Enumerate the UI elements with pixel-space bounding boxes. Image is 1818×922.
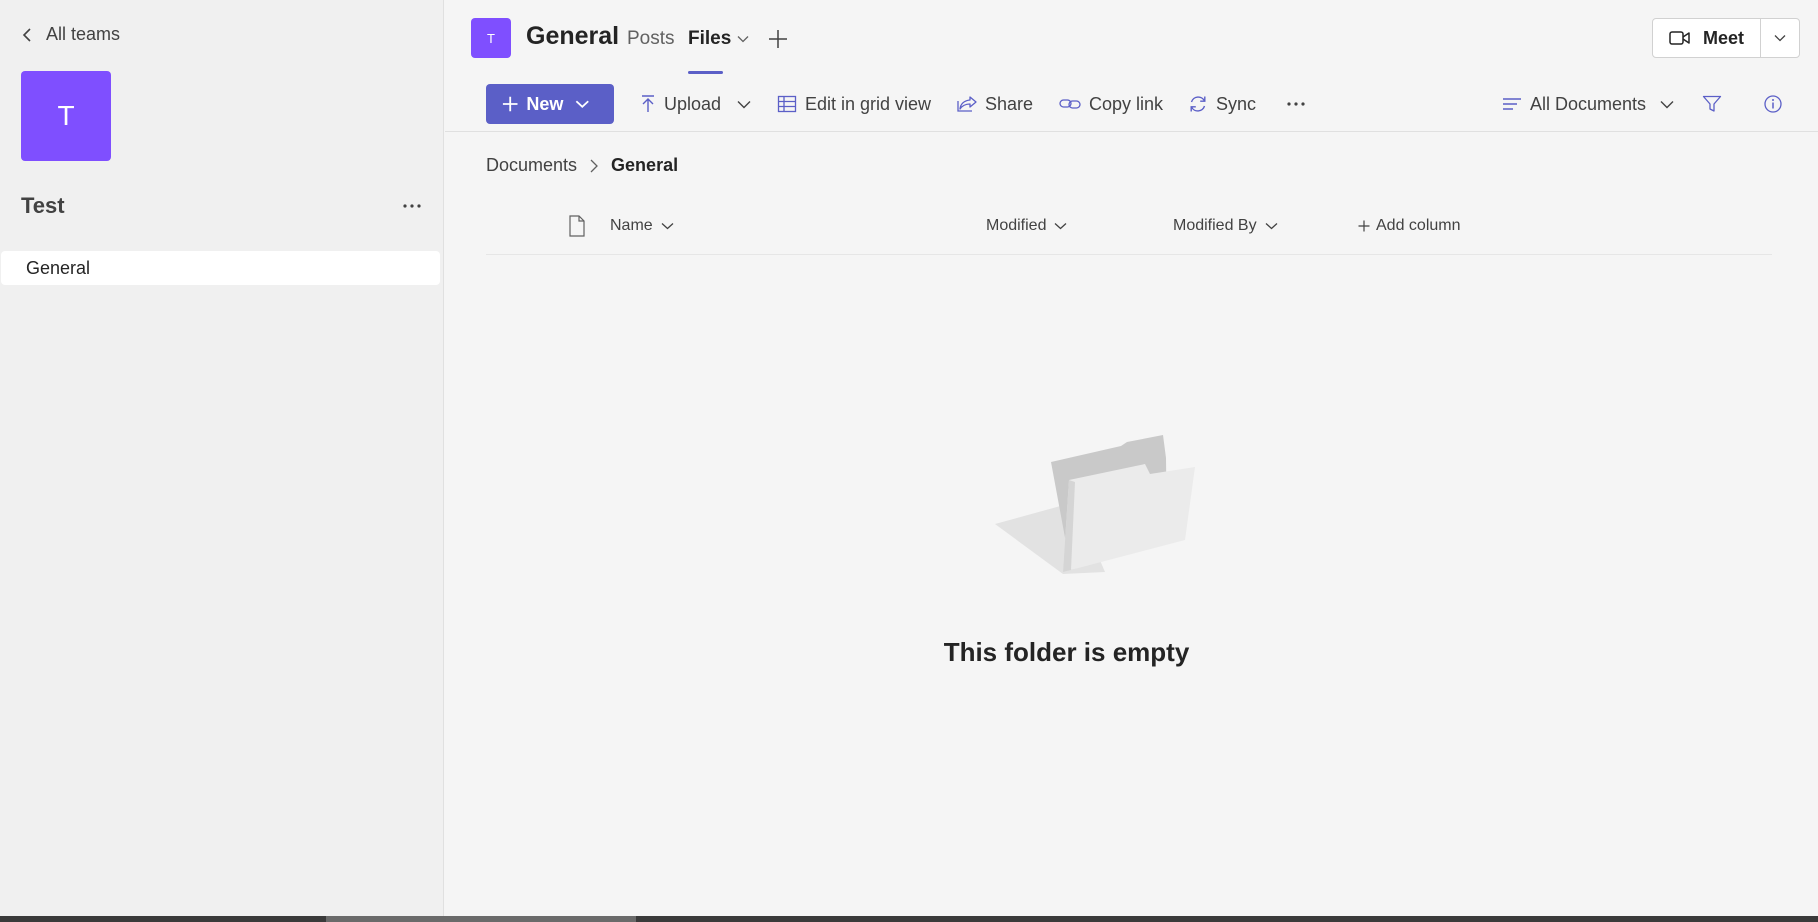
edit-in-grid-view-label: Edit in grid view bbox=[805, 93, 932, 114]
channel-title: General bbox=[526, 22, 620, 50]
chevron-down-icon bbox=[576, 100, 590, 108]
tab-posts-label: Posts bbox=[627, 28, 675, 49]
main-content: T General Posts Files Meet New Upload Ed… bbox=[445, 0, 1818, 916]
team-avatar-letter: T bbox=[57, 100, 75, 131]
chevron-down-icon bbox=[1660, 100, 1674, 108]
modified-by-column-label: Modified By bbox=[1173, 217, 1257, 234]
sync-icon bbox=[1190, 96, 1206, 112]
filter-icon[interactable] bbox=[1702, 87, 1730, 121]
add-column-label: Add column bbox=[1376, 217, 1461, 234]
all-teams-label: All teams bbox=[46, 24, 121, 44]
tab-files-label: Files bbox=[688, 28, 732, 49]
share-icon bbox=[957, 96, 977, 112]
channel-header: T General Posts Files Meet bbox=[445, 0, 1818, 76]
view-selector-button[interactable]: All Documents bbox=[1502, 87, 1674, 121]
edit-in-grid-view-button[interactable]: Edit in grid view bbox=[777, 87, 931, 121]
active-tab-indicator bbox=[688, 71, 723, 74]
team-name: Test bbox=[21, 193, 65, 218]
team-more-options-icon[interactable] bbox=[400, 196, 424, 216]
document-icon bbox=[569, 215, 585, 237]
meet-button-group: Meet bbox=[1652, 18, 1801, 58]
plus-icon bbox=[502, 96, 518, 112]
chevron-down-icon bbox=[1774, 35, 1786, 42]
upload-button[interactable]: Upload bbox=[640, 87, 751, 121]
breadcrumb-current: General bbox=[611, 155, 679, 175]
copy-link-button[interactable]: Copy link bbox=[1059, 87, 1163, 121]
taskbar-strip bbox=[0, 916, 1818, 922]
empty-folder-message: This folder is empty bbox=[943, 637, 1190, 667]
share-label: Share bbox=[985, 93, 1034, 114]
files-toolbar: New Upload Edit in grid view Share Copy … bbox=[445, 76, 1818, 132]
upload-label: Upload bbox=[664, 93, 722, 114]
modified-column-label: Modified bbox=[986, 217, 1047, 234]
copy-link-label: Copy link bbox=[1089, 93, 1164, 114]
empty-folder-illustration bbox=[995, 435, 1195, 574]
meet-button[interactable]: Meet bbox=[1653, 19, 1762, 57]
teams-app: All teams T Test General T General Posts… bbox=[0, 0, 1818, 916]
name-column-header[interactable]: Name bbox=[610, 217, 674, 235]
chevron-down-icon bbox=[737, 36, 749, 43]
channel-avatar-letter: T bbox=[487, 30, 495, 46]
chevron-down-icon bbox=[1055, 223, 1067, 230]
info-icon[interactable] bbox=[1763, 87, 1791, 121]
chevron-down-icon bbox=[737, 100, 751, 108]
name-column-label: Name bbox=[610, 217, 653, 234]
team-avatar[interactable]: T bbox=[21, 71, 111, 161]
add-column-button[interactable]: Add column bbox=[1358, 217, 1461, 235]
meet-dropdown-button[interactable] bbox=[1761, 19, 1799, 57]
meet-label: Meet bbox=[1703, 27, 1745, 48]
chevron-down-icon bbox=[1265, 223, 1278, 230]
team-sidebar: All teams T Test General bbox=[0, 0, 444, 916]
taskbar-segment bbox=[326, 916, 636, 922]
new-button[interactable]: New bbox=[486, 84, 614, 124]
channel-item-label: General bbox=[26, 257, 91, 278]
sync-label: Sync bbox=[1216, 93, 1257, 114]
chevron-down-icon bbox=[661, 223, 674, 230]
plus-icon bbox=[769, 30, 787, 48]
chevron-left-icon bbox=[22, 27, 31, 42]
breadcrumb-documents-link[interactable]: Documents bbox=[486, 155, 577, 176]
add-tab-button[interactable] bbox=[765, 26, 791, 52]
share-button[interactable]: Share bbox=[957, 87, 1033, 121]
plus-icon bbox=[1358, 220, 1370, 232]
tab-posts[interactable]: Posts bbox=[627, 28, 675, 50]
tab-files[interactable]: Files bbox=[688, 28, 749, 50]
view-selector-label: All Documents bbox=[1530, 93, 1647, 114]
channel-item-general[interactable]: General bbox=[1, 251, 440, 285]
modified-by-column-header[interactable]: Modified By bbox=[1173, 217, 1278, 235]
view-list-icon bbox=[1503, 98, 1521, 110]
new-label: New bbox=[526, 93, 564, 114]
sync-button[interactable]: Sync bbox=[1188, 87, 1256, 121]
file-type-column-icon[interactable] bbox=[560, 215, 586, 237]
chevron-right-icon bbox=[589, 158, 599, 174]
all-teams-link[interactable]: All teams bbox=[22, 24, 120, 45]
channel-avatar: T bbox=[471, 18, 511, 58]
modified-column-header[interactable]: Modified bbox=[986, 217, 1067, 235]
link-icon bbox=[1059, 99, 1081, 109]
grid-icon bbox=[777, 95, 797, 113]
upload-icon bbox=[642, 95, 654, 112]
more-options-icon[interactable] bbox=[1285, 87, 1315, 121]
video-camera-icon bbox=[1669, 31, 1690, 45]
file-list-header: Name Modified Modified By Add column bbox=[486, 205, 1772, 255]
breadcrumb: Documents General bbox=[486, 155, 678, 176]
